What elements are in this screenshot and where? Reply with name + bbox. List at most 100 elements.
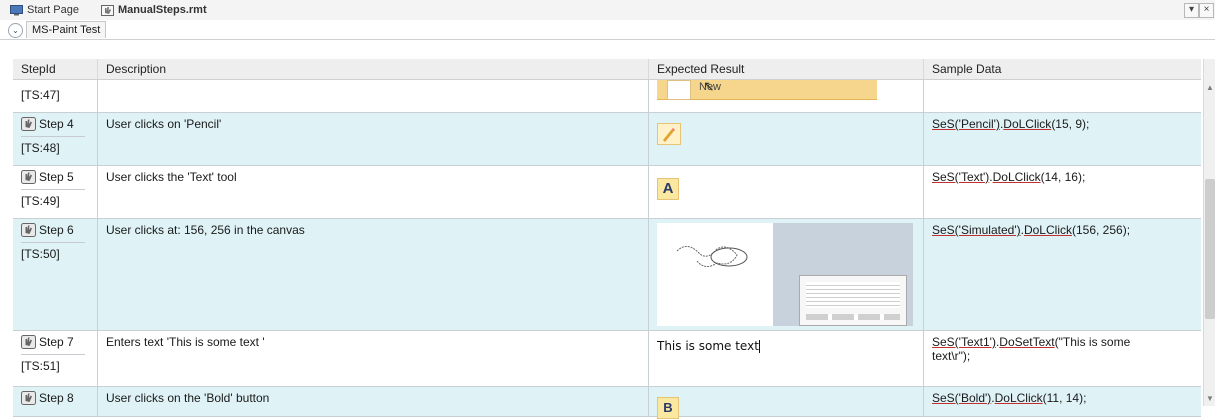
step-label: Step 4 <box>21 117 97 131</box>
step-label: Step 5 <box>21 170 97 184</box>
step-name: Step 4 <box>39 117 74 131</box>
sample-object: SeS('Simulated') <box>932 223 1021 237</box>
expected-result-cell <box>649 219 924 330</box>
expected-result-cell: B <box>649 387 924 419</box>
sample-object: SeS('Text') <box>932 170 990 184</box>
table-row[interactable]: Step 7 [TS:51] Enters text 'This is some… <box>13 331 1201 387</box>
step-id-cell: [TS:47] <box>13 80 98 112</box>
step-description: User clicks on the 'Bold' button <box>106 391 270 405</box>
sample-object: SeS('Pencil') <box>932 117 1000 131</box>
step-id-cell: Step 7 [TS:51] <box>13 331 98 386</box>
sample-data-cell: SeS('Simulated').DoLClick(156, 256); <box>932 223 1131 237</box>
manual-step-icon <box>21 117 36 131</box>
sample-args-continued: text\r"); <box>932 349 971 363</box>
sample-method: DoLClick <box>992 170 1041 184</box>
column-header-description[interactable]: Description <box>98 59 649 79</box>
sample-args: (11, 14); <box>1042 391 1087 405</box>
tab-manual-steps-label: ManualSteps.rmt <box>118 4 207 16</box>
close-button[interactable]: × <box>1199 3 1214 18</box>
test-step-id: [TS:51] <box>21 354 85 373</box>
tab-start-page[interactable]: Start Page <box>10 3 79 17</box>
test-step-id: [TS:49] <box>21 189 85 208</box>
sample-args: (156, 256); <box>1071 223 1131 237</box>
description-cell: User clicks on the 'Bold' button <box>98 387 649 416</box>
sample-method: DoLClick <box>994 391 1043 405</box>
sample-data-cell <box>924 80 1201 112</box>
sample-method: DoLClick <box>1003 117 1052 131</box>
column-header-sample-data[interactable]: Sample Data <box>924 59 1201 79</box>
step-description: Enters text 'This is some text ' <box>106 335 265 349</box>
dialog-thumbnail <box>799 275 907 326</box>
table-row[interactable]: Step 4 [TS:48] User clicks on 'Pencil' S… <box>13 113 1201 166</box>
sample-object: SeS('Text1') <box>932 335 996 349</box>
description-cell <box>98 80 649 112</box>
manual-step-icon <box>101 4 114 16</box>
sample-data-cell: SeS('Text1').DoSetText("This is some tex… <box>924 331 1201 386</box>
expected-result-cell <box>649 113 924 165</box>
scribble-drawing <box>676 246 748 267</box>
test-step-id: [TS:47] <box>21 88 60 102</box>
manual-step-icon <box>21 170 36 184</box>
table-row[interactable]: [TS:47] New ↖ <box>13 78 1201 113</box>
test-step-id: [TS:50] <box>21 242 85 261</box>
description-cell: User clicks at: 156, 256 in the canvas <box>98 219 649 330</box>
typed-text-screenshot: This is some text <box>657 339 759 353</box>
expected-result-cell: This is some text <box>649 331 924 386</box>
tab-start-page-label: Start Page <box>27 4 79 16</box>
scroll-down-arrow-icon[interactable]: ▼ <box>1206 394 1214 403</box>
vertical-scrollbar[interactable]: ▲ ▼ <box>1203 59 1215 406</box>
text-tool-icon: A <box>657 178 679 200</box>
canvas-area <box>657 223 773 326</box>
tab-manual-steps[interactable]: ManualSteps.rmt <box>101 3 207 17</box>
document-tab-bar: Start Page ManualSteps.rmt ▾ × <box>0 0 1215 21</box>
step-name: Step 6 <box>39 223 74 237</box>
sample-data-cell: SeS('Pencil').DoLClick(15, 9); <box>932 117 1090 131</box>
description-cell: Enters text 'This is some text ' <box>98 331 649 386</box>
pencil-icon <box>657 123 681 145</box>
column-header-expected-result[interactable]: Expected Result <box>649 59 924 79</box>
step-id-cell: Step 8 <box>13 387 98 416</box>
new-document-icon <box>667 80 691 100</box>
scroll-up-arrow-icon[interactable]: ▲ <box>1206 83 1214 92</box>
group-tab-ms-paint-test[interactable]: MS-Paint Test <box>26 21 107 38</box>
bold-button-icon: B <box>657 397 679 419</box>
manual-step-icon <box>21 335 36 349</box>
expected-result-cell: A <box>649 166 924 218</box>
dialog-buttons <box>806 314 900 320</box>
sample-args: ("This is some <box>1054 335 1131 349</box>
table-row[interactable]: Step 6 [TS:50] User clicks at: 156, 256 … <box>13 219 1201 331</box>
step-name: Step 8 <box>39 391 74 405</box>
sample-method: DoSetText <box>999 335 1055 349</box>
description-cell: User clicks the 'Text' tool <box>98 166 649 218</box>
sample-args: (15, 9); <box>1051 117 1090 131</box>
mouse-cursor-icon: ↖ <box>703 78 715 94</box>
manual-step-icon <box>21 391 36 405</box>
sample-args: (14, 16); <box>1040 170 1086 184</box>
text-caret <box>758 340 760 354</box>
column-header-stepid[interactable]: StepId <box>13 59 98 79</box>
step-label: Step 8 <box>21 391 97 405</box>
table-row[interactable]: Step 5 [TS:49] User clicks the 'Text' to… <box>13 166 1201 219</box>
description-cell: User clicks on 'Pencil' <box>98 113 649 165</box>
expected-result-cell: New ↖ <box>649 78 924 112</box>
step-name: Step 5 <box>39 170 74 184</box>
grid-header: StepId Description Expected Result Sampl… <box>13 59 1201 80</box>
canvas-screenshot <box>657 223 913 326</box>
monitor-icon <box>10 4 23 16</box>
step-id-cell: Step 5 [TS:49] <box>13 166 98 218</box>
sample-data-cell: SeS('Bold').DoLClick(11, 14); <box>932 391 1087 405</box>
table-row[interactable]: Step 8 User clicks on the 'Bold' button … <box>13 387 1201 419</box>
sample-object: SeS('Bold') <box>932 391 992 405</box>
test-step-id: [TS:48] <box>21 136 85 155</box>
step-description: User clicks at: 156, 256 in the canvas <box>106 223 305 237</box>
collapse-chevron-icon[interactable]: ⌄ <box>8 23 23 38</box>
scrollbar-thumb[interactable] <box>1205 179 1215 319</box>
step-label: Step 7 <box>21 335 97 349</box>
step-id-cell: Step 6 [TS:50] <box>13 219 98 330</box>
step-id-cell: Step 4 [TS:48] <box>13 113 98 165</box>
menu-screenshot: New ↖ <box>657 78 877 100</box>
dialog-list <box>806 282 900 308</box>
manual-step-icon <box>21 223 36 237</box>
step-label: Step 6 <box>21 223 97 237</box>
dropdown-button[interactable]: ▾ <box>1184 3 1199 18</box>
